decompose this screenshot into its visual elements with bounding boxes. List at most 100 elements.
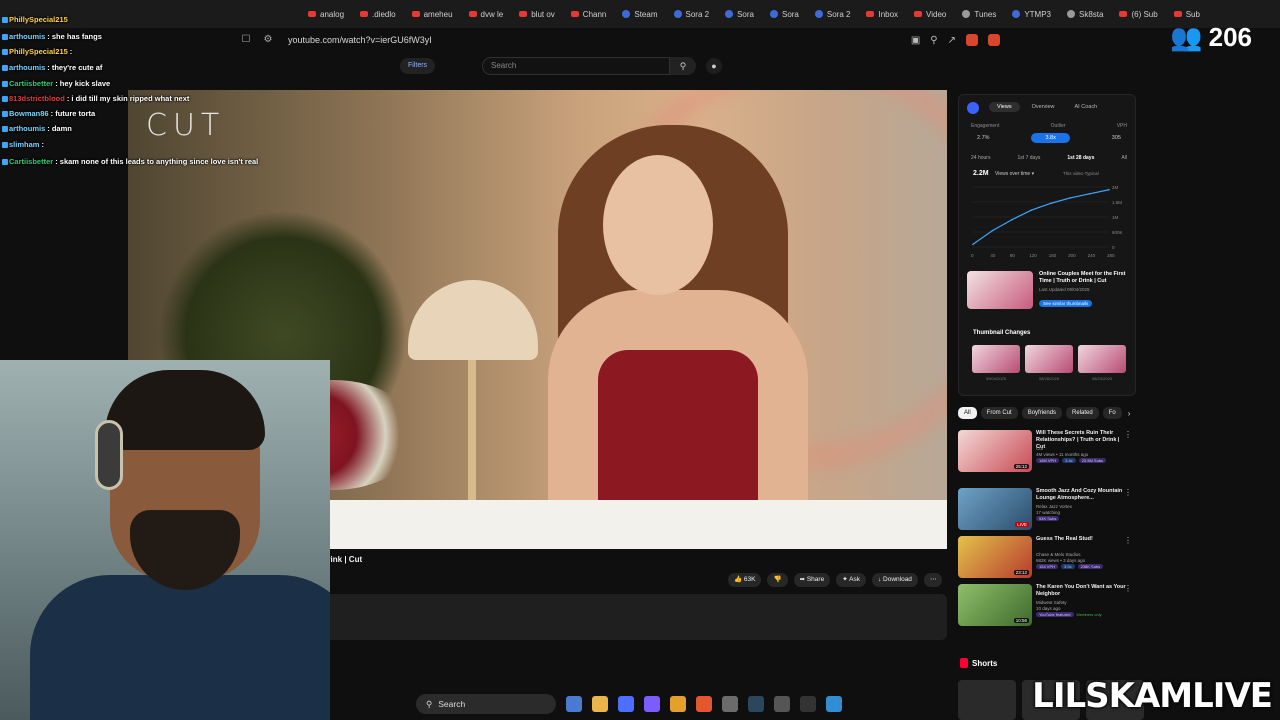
chat-username: arthoumis [9, 63, 46, 72]
microphone-icon[interactable]: ● [706, 58, 722, 74]
y-tick-label: 1M [1112, 215, 1119, 220]
thumbnail-version[interactable] [1025, 345, 1073, 373]
browser-tab[interactable]: Sora [762, 0, 807, 28]
vph-value: 305 [1111, 135, 1121, 141]
zoom-icon[interactable]: ⚲ [930, 35, 937, 46]
video-thumbnail[interactable]: 23:12 [958, 536, 1032, 578]
dislike-button[interactable]: 👎 [767, 573, 788, 587]
description-box[interactable] [264, 594, 947, 640]
like-button[interactable]: 👍 63K [728, 573, 762, 587]
extension-icon[interactable] [988, 34, 1000, 46]
views-over-time-dropdown[interactable]: Views over time ▾ [995, 171, 1034, 177]
thumbnail-version[interactable] [972, 345, 1020, 373]
copilot-icon[interactable] [566, 696, 582, 712]
bookmark-icon[interactable]: ☐ [240, 34, 252, 46]
chip-more[interactable]: Fo [1102, 407, 1122, 419]
chevron-right-icon[interactable]: › [1128, 409, 1131, 418]
browser-tab[interactable]: Sora [717, 0, 762, 28]
channel-name[interactable]: Relax Jazz Vortex [1036, 504, 1072, 509]
chip-boyfriends[interactable]: Boyfriends [1021, 407, 1063, 419]
thumbnail-info: Online Couples Meet for the First Time |… [1039, 271, 1131, 311]
channel-name[interactable]: Midwest Safety [1036, 600, 1067, 605]
taskbar-search[interactable]: ⚲ Search [416, 694, 556, 714]
browser-tab[interactable]: Video [906, 0, 954, 28]
browser-tab[interactable]: blut ov [511, 0, 563, 28]
video-thumbnail[interactable]: 25:12 [958, 430, 1032, 472]
browser-tab[interactable]: (6) Sub [1111, 0, 1165, 28]
store-icon[interactable] [618, 696, 634, 712]
share-button[interactable]: ➦ Share [793, 573, 831, 587]
chat-badge-icon [2, 17, 8, 24]
obs-icon[interactable] [722, 696, 738, 712]
browser-tab[interactable]: Chann [563, 0, 615, 28]
discord-icon[interactable] [644, 696, 660, 712]
video-title[interactable]: The Karen You Don't Want as Your Neighbo… [1036, 584, 1128, 598]
recommended-video[interactable]: LIVE Smooth Jazz And Cozy Mountain Lounge… [958, 488, 1136, 530]
recommended-video[interactable]: 10:56 The Karen You Don't Want as Your Ne… [958, 584, 1136, 626]
ask-button[interactable]: ✦ Ask [836, 573, 866, 587]
channel-name[interactable]: Chase & Melo Studios [1036, 552, 1081, 557]
app-icon[interactable] [800, 696, 816, 712]
chip-all[interactable]: All [958, 407, 977, 419]
thumbnail-image[interactable] [967, 271, 1033, 309]
browser-tab[interactable]: analog [300, 0, 352, 28]
browser-tab[interactable]: Inbox [858, 0, 906, 28]
thumbnail-version[interactable] [1078, 345, 1126, 373]
browser-tab[interactable]: Tunes [954, 0, 1004, 28]
share-page-icon[interactable]: ↗ [948, 35, 956, 46]
more-options-icon[interactable]: ⋮ [1124, 536, 1132, 545]
more-options-icon[interactable]: ⋮ [1124, 488, 1132, 497]
ask-label: Ask [849, 576, 860, 583]
browser-tab[interactable]: Sora 2 [666, 0, 718, 28]
chip-related[interactable]: Related [1066, 407, 1099, 419]
more-actions-button[interactable]: ⋯ [923, 573, 943, 587]
video-stats: 54K Subs [1036, 516, 1060, 521]
similar-thumbnails-button[interactable]: See similar thumbnails [1039, 300, 1093, 307]
more-options-icon[interactable]: ⋮ [1124, 430, 1132, 439]
brave-icon[interactable] [696, 696, 712, 712]
video-title[interactable]: Smooth Jazz And Cozy Mountain Lounge Atm… [1036, 488, 1128, 502]
channel-name[interactable]: Cut [1036, 446, 1043, 451]
screen-cast-icon[interactable]: ▣ [911, 35, 920, 46]
browser-tab[interactable]: dvw le [461, 0, 512, 28]
app-icon[interactable] [826, 696, 842, 712]
more-options-icon[interactable]: ⋮ [1124, 584, 1132, 593]
search-icon[interactable]: ⚲ [670, 57, 696, 75]
steam-icon[interactable] [748, 696, 764, 712]
browser-tab-label: Chann [582, 9, 607, 19]
period-7d[interactable]: 1st 7 days [1018, 155, 1041, 161]
recommended-video[interactable]: 25:12 Will These Secrets Ruin Their Relat… [958, 430, 1136, 472]
browser-tab[interactable]: YTMP3 [1004, 0, 1059, 28]
browser-tab[interactable]: ameheu [404, 0, 461, 28]
app-icon[interactable] [670, 696, 686, 712]
download-button[interactable]: ↓ Download [871, 573, 918, 587]
tab-views[interactable]: Views [989, 102, 1020, 112]
url-text[interactable]: youtube.com/watch?v=ierGU6fW3yI [288, 35, 432, 45]
video-title[interactable]: Will These Secrets Ruin Their Relationsh… [1036, 430, 1128, 451]
browser-tab[interactable]: Steam [614, 0, 665, 28]
video-thumbnail[interactable]: 10:56 [958, 584, 1032, 626]
site-info-icon[interactable]: ⚙ [262, 34, 274, 46]
tab-overview[interactable]: Overview [1024, 102, 1063, 112]
recommended-video[interactable]: 23:12 Guess The Real Stud! Chase & Melo St… [958, 536, 1136, 578]
browser-tab[interactable]: Sk8sta [1059, 0, 1111, 28]
browser-tab-label: Steam [634, 9, 658, 19]
search-input[interactable]: Search [482, 57, 670, 75]
chip-from-cut[interactable]: From Cut [980, 407, 1018, 419]
app-icon[interactable] [774, 696, 790, 712]
file-explorer-icon[interactable] [592, 696, 608, 712]
analytics-tabs: Views Overview AI Coach [989, 102, 1105, 112]
period-24h[interactable]: 24 hours [971, 155, 990, 161]
address-bar[interactable]: ☐ ⚙ youtube.com/watch?v=ierGU6fW3yI ▣ ⚲ … [240, 30, 1000, 50]
brave-shield-icon[interactable] [966, 34, 978, 46]
browser-tab-label: ameheu [423, 9, 453, 19]
video-thumbnail[interactable]: LIVE [958, 488, 1032, 530]
browser-tab[interactable]: .diedlo [352, 0, 404, 28]
tab-ai-coach[interactable]: AI Coach [1067, 102, 1106, 112]
browser-tab[interactable]: Sora 2 [807, 0, 859, 28]
video-title[interactable]: Guess The Real Stud! [1036, 536, 1128, 543]
chat-message: 813dstrictblood: i did till my skin ripp… [2, 94, 189, 103]
filters-button[interactable]: Filters [400, 58, 436, 74]
period-28d[interactable]: 1st 28 days [1067, 155, 1094, 161]
period-all[interactable]: All [1121, 155, 1127, 161]
